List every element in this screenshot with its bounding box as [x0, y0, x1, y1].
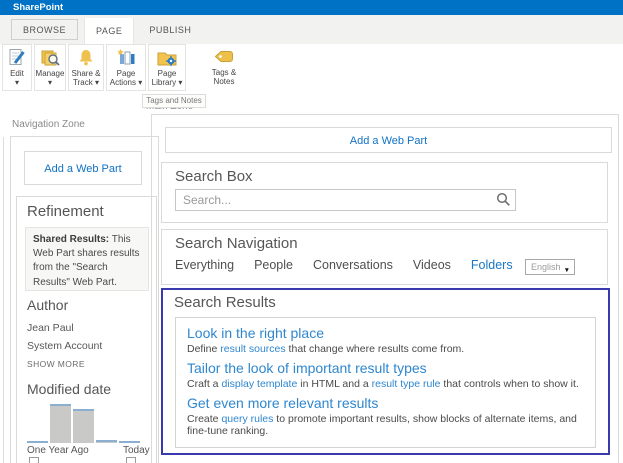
search-input[interactable] — [175, 189, 516, 211]
ribbon-button-label: Share & — [71, 69, 101, 78]
sharepoint-page: SharePoint BROWSE PAGE PUBLISH Edit ▾ Man… — [0, 0, 623, 463]
search-navigation-items: Everything People Conversations Videos F… — [175, 258, 513, 272]
suite-bar: SharePoint — [0, 0, 623, 15]
ribbon-button-label: Manage — [35, 69, 65, 78]
webpart-search-box: Search Box — [161, 162, 608, 223]
search-nav-item-everything[interactable]: Everything — [175, 258, 234, 272]
display-template-link[interactable]: display template — [221, 378, 297, 390]
refinement-title: Refinement — [27, 203, 104, 220]
search-nav-item-videos[interactable]: Videos — [413, 258, 451, 272]
result-text: about how to customize search results. — [241, 446, 426, 447]
search-nav-item-conversations[interactable]: Conversations — [313, 258, 393, 272]
results-footer: Learn more about how to customize search… — [187, 446, 584, 447]
bell-icon — [69, 47, 103, 69]
webpart-search-results[interactable]: Search Results Look in the right place D… — [161, 288, 610, 455]
result-text: that controls when to show it. — [440, 378, 579, 390]
modified-date-title: Modified date — [27, 381, 112, 397]
result-description: Create query rules to promote important … — [187, 413, 584, 437]
ribbon-button-manage[interactable]: Manage ▾ — [34, 44, 66, 91]
result-text: Create — [187, 413, 222, 425]
search-box-title: Search Box — [175, 168, 253, 185]
ribbon: Edit ▾ Manage ▾ Share & Track ▾ Page Actions… — [0, 44, 623, 95]
modified-date-histogram — [27, 402, 151, 443]
page-edge-line — [3, 137, 4, 463]
result-text: in HTML and a — [297, 378, 372, 390]
result-description: Craft a display template in HTML and a r… — [187, 378, 584, 390]
dropdown-arrow-icon: ▾ — [14, 78, 19, 87]
dropdown-arrow-icon: ▾ — [47, 78, 52, 87]
result-sources-link[interactable]: result sources — [220, 343, 285, 355]
author-refiner-value[interactable]: Jean Paul — [27, 322, 74, 334]
result-link-heading[interactable]: Get even more relevant results — [187, 395, 584, 411]
author-refiner-value[interactable]: System Account — [27, 340, 102, 352]
date-range-checkbox[interactable] — [29, 457, 39, 463]
tag-icon — [196, 46, 252, 68]
author-section-title: Author — [27, 297, 69, 313]
result-link-heading[interactable]: Look in the right place — [187, 325, 584, 341]
ribbon-button-label: Tags & — [211, 68, 237, 77]
ribbon-button-page-library[interactable]: Page Library ▾ — [148, 44, 186, 91]
result-link-heading[interactable]: Tailor the look of important result type… — [187, 360, 584, 376]
date-range-checkbox[interactable] — [126, 457, 136, 463]
search-nav-item-folders[interactable]: Folders — [471, 258, 513, 272]
tab-publish[interactable]: PUBLISH — [138, 15, 202, 44]
shared-results-note: Shared Results: This Web Part shares res… — [25, 227, 149, 291]
search-nav-item-people[interactable]: People — [254, 258, 293, 272]
result-text: Craft a — [187, 378, 222, 390]
histogram-bar — [50, 404, 71, 443]
manage-icon — [35, 47, 65, 69]
search-navigation-title: Search Navigation — [175, 235, 298, 252]
histogram-bar — [96, 440, 117, 443]
ribbon-button-label: Notes — [213, 77, 235, 86]
search-results-title: Search Results — [174, 294, 276, 311]
ribbon-button-label: Page — [157, 69, 177, 78]
webpart-search-navigation: Search Navigation Everything People Conv… — [161, 229, 608, 285]
ribbon-button-page-actions[interactable]: Page Actions ▾ — [106, 44, 146, 91]
show-more-link[interactable]: SHOW MORE — [27, 359, 85, 369]
language-dropdown-value: English — [531, 262, 561, 272]
result-description: Define result sources that change where … — [187, 343, 584, 355]
ribbon-button-label: Page — [116, 69, 136, 78]
edit-page-icon — [3, 47, 31, 69]
ribbon-tab-strip: BROWSE PAGE PUBLISH — [0, 15, 623, 44]
folder-gear-icon — [149, 47, 185, 69]
ribbon-button-tags-notes[interactable]: Tags & Notes — [196, 44, 252, 91]
language-dropdown[interactable]: English ▼ — [525, 259, 575, 275]
navigation-zone-label: Navigation Zone — [12, 119, 85, 130]
tab-page[interactable]: PAGE — [84, 18, 135, 44]
histogram-bar — [119, 441, 140, 443]
ribbon-button-label: Track ▾ — [73, 78, 99, 87]
query-rules-link[interactable]: query rules — [221, 413, 273, 425]
ribbon-button-label: Library ▾ — [151, 78, 183, 87]
result-text: that change where results come from. — [285, 343, 465, 355]
tab-browse[interactable]: BROWSE — [11, 19, 79, 40]
ribbon-button-label: Edit — [10, 69, 24, 78]
result-text: Define — [187, 343, 221, 355]
learn-more-link[interactable]: Learn more — [187, 446, 241, 447]
ribbon-button-edit[interactable]: Edit ▾ — [2, 44, 32, 91]
nav-add-web-part-button[interactable]: Add a Web Part — [24, 151, 142, 185]
ribbon-button-label: Actions ▾ — [109, 78, 143, 87]
result-type-rule-link[interactable]: result type rule — [372, 378, 441, 390]
main-add-web-part-button[interactable]: Add a Web Part — [165, 127, 612, 153]
search-icon[interactable] — [496, 192, 511, 212]
histogram-bar — [27, 441, 48, 443]
histogram-bar — [73, 409, 94, 443]
axis-label-today: Today — [123, 445, 150, 456]
brand-text: SharePoint — [13, 2, 64, 13]
page-actions-icon — [107, 47, 145, 69]
shared-results-note-bold: Shared Results: — [33, 234, 110, 245]
search-results-content: Look in the right place Define result so… — [175, 317, 596, 448]
chevron-down-icon: ▼ — [563, 267, 570, 274]
ribbon-group-label: Tags and Notes — [142, 94, 206, 108]
ribbon-button-share-track[interactable]: Share & Track ▾ — [68, 44, 104, 91]
search-input-wrap — [175, 189, 516, 211]
axis-label-one-year-ago: One Year Ago — [27, 445, 89, 456]
